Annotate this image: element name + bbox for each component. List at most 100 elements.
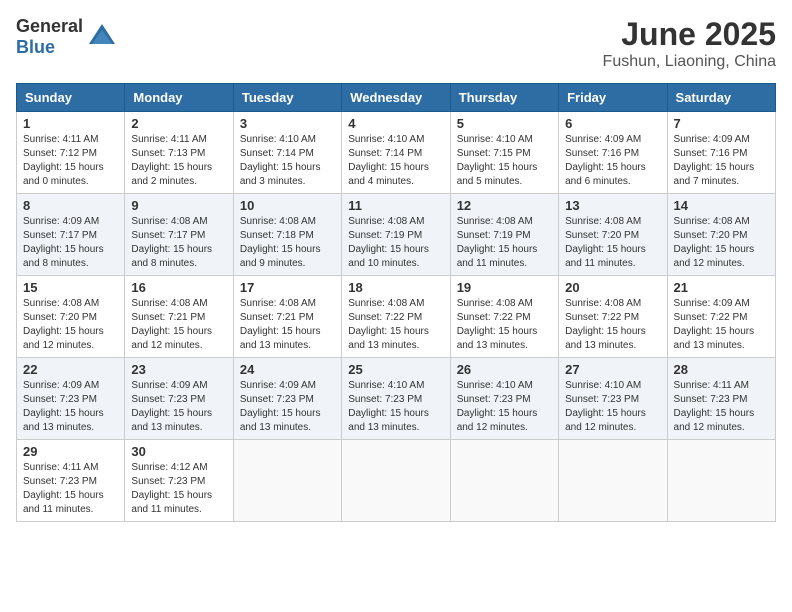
table-row: 20 Sunrise: 4:08 AM Sunset: 7:22 PM Dayl… <box>559 276 667 358</box>
day-info: Sunrise: 4:10 AM Sunset: 7:23 PM Dayligh… <box>457 379 552 435</box>
sunrise-text: Sunrise: 4:10 AM <box>565 380 641 391</box>
sunrise-text: Sunrise: 4:11 AM <box>131 134 206 145</box>
sunrise-text: Sunrise: 4:08 AM <box>240 298 316 309</box>
table-row: 13 Sunrise: 4:08 AM Sunset: 7:20 PM Dayl… <box>559 194 667 276</box>
day-info: Sunrise: 4:08 AM Sunset: 7:22 PM Dayligh… <box>565 297 660 353</box>
daylight-text: Daylight: 15 hours and 7 minutes. <box>674 162 755 187</box>
day-number: 26 <box>457 362 552 377</box>
logo-general-text: General <box>16 16 83 36</box>
table-row: 7 Sunrise: 4:09 AM Sunset: 7:16 PM Dayli… <box>667 112 775 194</box>
day-info: Sunrise: 4:10 AM Sunset: 7:23 PM Dayligh… <box>348 379 443 435</box>
table-row: 26 Sunrise: 4:10 AM Sunset: 7:23 PM Dayl… <box>450 358 558 440</box>
sunrise-text: Sunrise: 4:09 AM <box>23 216 99 227</box>
calendar-table: Sunday Monday Tuesday Wednesday Thursday… <box>16 83 776 522</box>
daylight-text: Daylight: 15 hours and 12 minutes. <box>131 326 212 351</box>
day-info: Sunrise: 4:10 AM Sunset: 7:14 PM Dayligh… <box>348 133 443 189</box>
sunrise-text: Sunrise: 4:11 AM <box>674 380 749 391</box>
sunrise-text: Sunrise: 4:09 AM <box>23 380 99 391</box>
daylight-text: Daylight: 15 hours and 12 minutes. <box>674 408 755 433</box>
day-info: Sunrise: 4:11 AM Sunset: 7:12 PM Dayligh… <box>23 133 118 189</box>
daylight-text: Daylight: 15 hours and 3 minutes. <box>240 162 321 187</box>
sunrise-text: Sunrise: 4:11 AM <box>23 134 98 145</box>
day-info: Sunrise: 4:10 AM Sunset: 7:23 PM Dayligh… <box>565 379 660 435</box>
calendar-row: 8 Sunrise: 4:09 AM Sunset: 7:17 PM Dayli… <box>17 194 776 276</box>
daylight-text: Daylight: 15 hours and 8 minutes. <box>131 244 212 269</box>
table-row <box>233 440 341 522</box>
table-row: 1 Sunrise: 4:11 AM Sunset: 7:12 PM Dayli… <box>17 112 125 194</box>
sunrise-text: Sunrise: 4:09 AM <box>240 380 316 391</box>
daylight-text: Daylight: 15 hours and 13 minutes. <box>348 408 429 433</box>
table-row: 25 Sunrise: 4:10 AM Sunset: 7:23 PM Dayl… <box>342 358 450 440</box>
day-info: Sunrise: 4:11 AM Sunset: 7:23 PM Dayligh… <box>674 379 769 435</box>
daylight-text: Daylight: 15 hours and 13 minutes. <box>240 326 321 351</box>
day-number: 8 <box>23 198 118 213</box>
day-number: 6 <box>565 116 660 131</box>
logo-blue-text: Blue <box>16 37 55 57</box>
day-number: 28 <box>674 362 769 377</box>
daylight-text: Daylight: 15 hours and 13 minutes. <box>457 326 538 351</box>
col-thursday: Thursday <box>450 84 558 112</box>
sunset-text: Sunset: 7:14 PM <box>240 148 314 159</box>
day-number: 21 <box>674 280 769 295</box>
sunrise-text: Sunrise: 4:08 AM <box>565 216 641 227</box>
daylight-text: Daylight: 15 hours and 11 minutes. <box>23 490 104 515</box>
daylight-text: Daylight: 15 hours and 4 minutes. <box>348 162 429 187</box>
col-sunday: Sunday <box>17 84 125 112</box>
sunset-text: Sunset: 7:20 PM <box>565 230 639 241</box>
sunset-text: Sunset: 7:16 PM <box>565 148 639 159</box>
daylight-text: Daylight: 15 hours and 12 minutes. <box>565 408 646 433</box>
day-info: Sunrise: 4:10 AM Sunset: 7:15 PM Dayligh… <box>457 133 552 189</box>
daylight-text: Daylight: 15 hours and 11 minutes. <box>457 244 538 269</box>
sunset-text: Sunset: 7:22 PM <box>565 312 639 323</box>
daylight-text: Daylight: 15 hours and 2 minutes. <box>131 162 212 187</box>
table-row: 19 Sunrise: 4:08 AM Sunset: 7:22 PM Dayl… <box>450 276 558 358</box>
day-info: Sunrise: 4:08 AM Sunset: 7:22 PM Dayligh… <box>348 297 443 353</box>
table-row: 22 Sunrise: 4:09 AM Sunset: 7:23 PM Dayl… <box>17 358 125 440</box>
sunrise-text: Sunrise: 4:10 AM <box>457 380 533 391</box>
sunrise-text: Sunrise: 4:09 AM <box>674 298 750 309</box>
table-row: 29 Sunrise: 4:11 AM Sunset: 7:23 PM Dayl… <box>17 440 125 522</box>
sunset-text: Sunset: 7:19 PM <box>348 230 422 241</box>
day-number: 5 <box>457 116 552 131</box>
day-number: 1 <box>23 116 118 131</box>
day-number: 16 <box>131 280 226 295</box>
sunrise-text: Sunrise: 4:08 AM <box>131 298 207 309</box>
table-row <box>342 440 450 522</box>
sunset-text: Sunset: 7:23 PM <box>457 394 531 405</box>
day-info: Sunrise: 4:08 AM Sunset: 7:18 PM Dayligh… <box>240 215 335 271</box>
sunset-text: Sunset: 7:23 PM <box>23 394 97 405</box>
sunrise-text: Sunrise: 4:10 AM <box>240 134 316 145</box>
sunrise-text: Sunrise: 4:08 AM <box>674 216 750 227</box>
sunrise-text: Sunrise: 4:09 AM <box>565 134 641 145</box>
daylight-text: Daylight: 15 hours and 13 minutes. <box>348 326 429 351</box>
day-info: Sunrise: 4:08 AM Sunset: 7:20 PM Dayligh… <box>565 215 660 271</box>
logo-icon <box>87 22 117 52</box>
day-number: 14 <box>674 198 769 213</box>
table-row <box>667 440 775 522</box>
sunset-text: Sunset: 7:16 PM <box>674 148 748 159</box>
sunset-text: Sunset: 7:23 PM <box>565 394 639 405</box>
day-info: Sunrise: 4:08 AM Sunset: 7:19 PM Dayligh… <box>457 215 552 271</box>
sunset-text: Sunset: 7:22 PM <box>674 312 748 323</box>
sunset-text: Sunset: 7:17 PM <box>23 230 97 241</box>
day-info: Sunrise: 4:09 AM Sunset: 7:23 PM Dayligh… <box>23 379 118 435</box>
day-number: 22 <box>23 362 118 377</box>
day-info: Sunrise: 4:08 AM Sunset: 7:20 PM Dayligh… <box>23 297 118 353</box>
page-header: General Blue June 2025 Fushun, Liaoning,… <box>16 16 776 71</box>
daylight-text: Daylight: 15 hours and 8 minutes. <box>23 244 104 269</box>
table-row: 11 Sunrise: 4:08 AM Sunset: 7:19 PM Dayl… <box>342 194 450 276</box>
sunrise-text: Sunrise: 4:08 AM <box>457 298 533 309</box>
day-number: 7 <box>674 116 769 131</box>
col-saturday: Saturday <box>667 84 775 112</box>
sunset-text: Sunset: 7:23 PM <box>348 394 422 405</box>
day-info: Sunrise: 4:11 AM Sunset: 7:13 PM Dayligh… <box>131 133 226 189</box>
daylight-text: Daylight: 15 hours and 10 minutes. <box>348 244 429 269</box>
calendar-row: 1 Sunrise: 4:11 AM Sunset: 7:12 PM Dayli… <box>17 112 776 194</box>
day-number: 19 <box>457 280 552 295</box>
table-row: 10 Sunrise: 4:08 AM Sunset: 7:18 PM Dayl… <box>233 194 341 276</box>
title-block: June 2025 Fushun, Liaoning, China <box>603 16 776 71</box>
sunset-text: Sunset: 7:23 PM <box>23 476 97 487</box>
day-number: 4 <box>348 116 443 131</box>
table-row: 4 Sunrise: 4:10 AM Sunset: 7:14 PM Dayli… <box>342 112 450 194</box>
table-row: 17 Sunrise: 4:08 AM Sunset: 7:21 PM Dayl… <box>233 276 341 358</box>
